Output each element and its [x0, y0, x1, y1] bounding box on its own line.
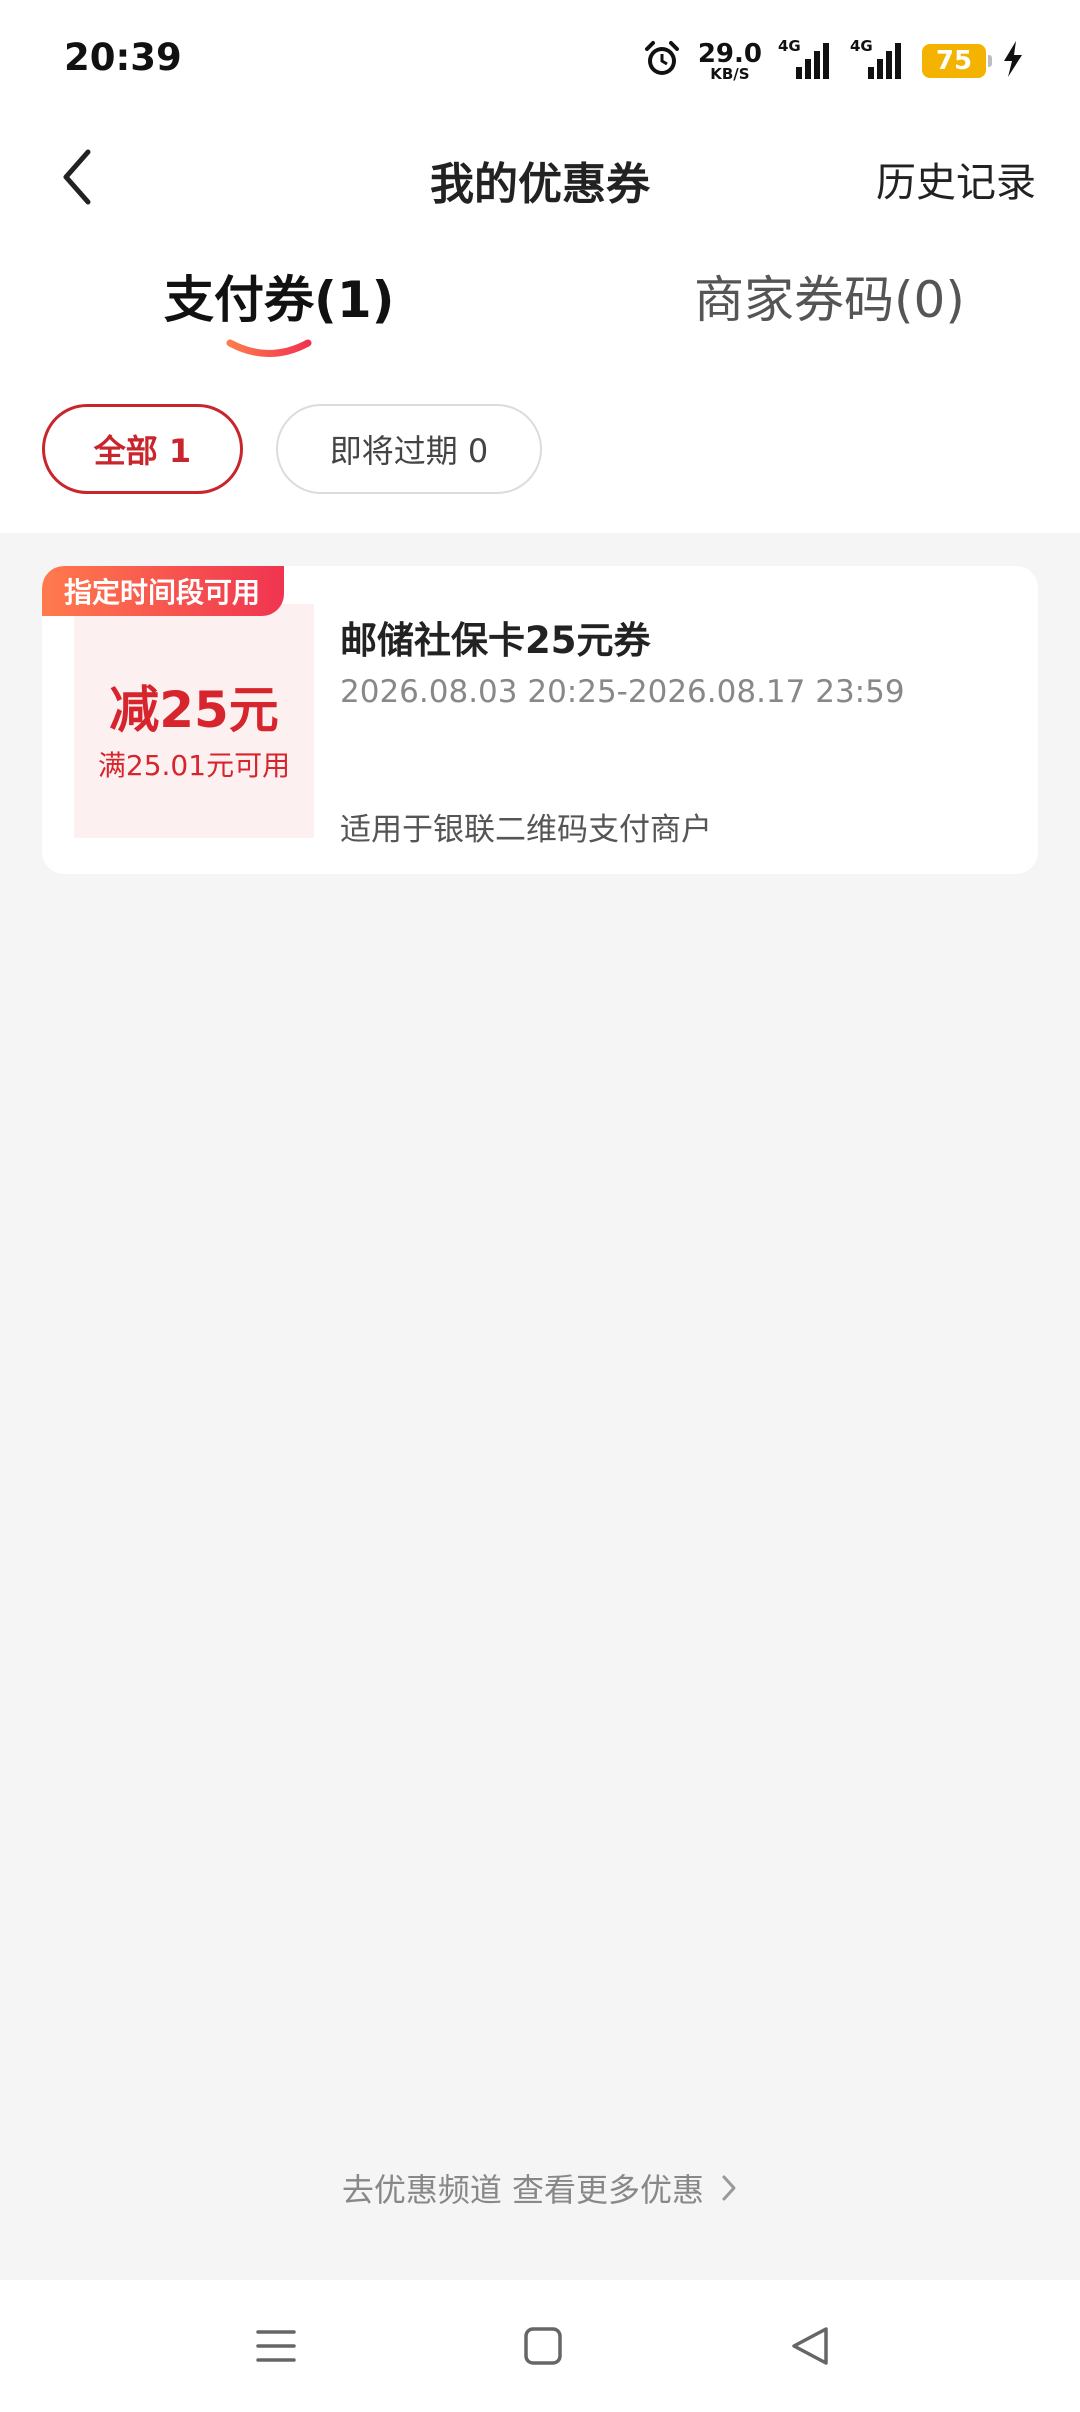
net-speed: 29.0 KB/S	[698, 41, 762, 82]
coupon-name: 邮储社保卡25元券	[340, 619, 651, 662]
net-speed-unit: KB/S	[710, 64, 750, 83]
system-nav-bar	[0, 2280, 1080, 2412]
tab-active-indicator	[226, 339, 312, 357]
tab-pay-coupons[interactable]: 支付券(1)	[164, 270, 395, 330]
coupon-condition: 满25.01元可用	[97, 749, 291, 782]
filter-expiring-label: 即将过期 0	[329, 432, 489, 470]
back-triangle-icon	[792, 2327, 828, 2365]
history-link[interactable]: 历史记录	[876, 150, 1036, 208]
filter-expiring-chip[interactable]: 即将过期 0	[276, 404, 542, 494]
coupon-tabs: 支付券(1) 商家券码(0)	[0, 270, 1080, 370]
coupon-scope: 适用于银联二维码支付商户	[340, 812, 712, 848]
tab-merchant-codes[interactable]: 商家券码(0)	[694, 270, 965, 330]
status-icons: 29.0 KB/S 4G 4G 75	[642, 36, 1024, 86]
coupon-valid-period: 2026.08.03 20:25-2026.08.17 23:59	[340, 674, 905, 710]
more-offers-label: 去优惠频道 查看更多优惠	[341, 2171, 704, 2209]
net-speed-value: 29.0	[697, 38, 762, 69]
battery-level: 75	[935, 46, 973, 76]
back-nav-button[interactable]	[788, 2324, 832, 2368]
filter-all-label: 全部 1	[93, 432, 192, 470]
menu-nav-button[interactable]	[254, 2324, 298, 2368]
coupon-value-panel: 减25元 满25.01元可用	[74, 604, 314, 838]
header: 我的优惠券 历史记录	[0, 124, 1080, 230]
coupon-tag-label: 指定时间段可用	[64, 576, 261, 609]
chevron-right-icon	[720, 2173, 738, 2211]
charging-icon	[1002, 41, 1024, 81]
signal-icon: 4G	[778, 37, 834, 81]
coupon-card[interactable]: 减25元 满25.01元可用 指定时间段可用 邮储社保卡25元券 2026.08…	[42, 566, 1038, 874]
coupon-amount: 减25元	[109, 681, 279, 739]
home-nav-button[interactable]	[521, 2324, 565, 2368]
home-square-icon	[524, 2327, 562, 2365]
status-bar: 20:39 29.0 KB/S 4G 4G 75	[0, 0, 1080, 124]
coupon-time-tag: 指定时间段可用	[42, 566, 285, 616]
filter-all-chip[interactable]: 全部 1	[42, 404, 243, 494]
signal-icon: 4G	[850, 37, 906, 81]
alarm-icon	[642, 39, 682, 83]
menu-icon	[256, 2330, 296, 2362]
battery-icon: 75	[922, 44, 992, 78]
status-time: 20:39	[64, 36, 182, 79]
more-offers-link[interactable]: 去优惠频道 查看更多优惠	[0, 2165, 1080, 2211]
